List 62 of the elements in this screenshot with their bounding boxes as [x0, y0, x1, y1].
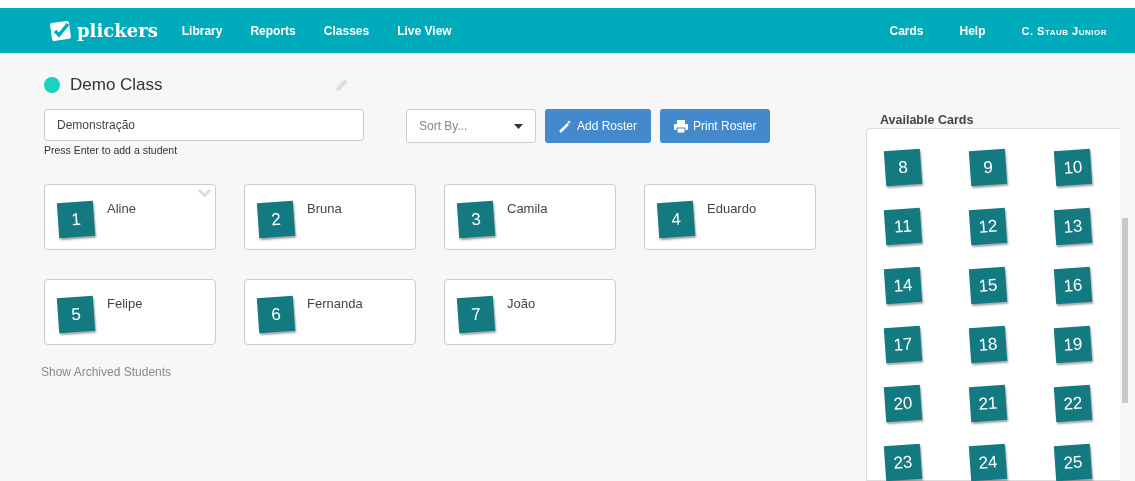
card-number-badge: 7: [456, 295, 496, 334]
student-card[interactable]: 4 Eduardo: [644, 184, 816, 250]
show-archived-link[interactable]: Show Archived Students: [41, 365, 866, 379]
nav-link[interactable]: Reports: [250, 23, 296, 38]
print-roster-button[interactable]: Print Roster: [660, 109, 771, 143]
edit-pencil-icon[interactable]: [334, 77, 350, 93]
nav-link[interactable]: Cards: [889, 23, 924, 38]
nav-link[interactable]: Library: [181, 23, 223, 38]
add-roster-button[interactable]: Add Roster: [545, 109, 652, 143]
student-name: Bruna: [307, 201, 342, 216]
card-number-badge[interactable]: 12: [968, 207, 1008, 246]
card-number-badge[interactable]: 22: [1053, 384, 1093, 423]
magic-wand-icon: [559, 119, 572, 133]
student-name: Eduardo: [707, 201, 757, 216]
card-number-badge[interactable]: 9: [968, 148, 1008, 187]
card-number-badge[interactable]: 24: [968, 443, 1008, 481]
chevron-down-icon[interactable]: [198, 189, 211, 197]
card-number-badge[interactable]: 13: [1053, 207, 1093, 246]
card-number-badge[interactable]: 19: [1053, 325, 1093, 364]
printer-icon: [674, 119, 689, 133]
student-card[interactable]: 3 Camila: [444, 184, 616, 250]
panel-title: Available Cards: [879, 113, 975, 128]
card-number-badge[interactable]: 23: [883, 443, 923, 481]
class-title: Demo Class: [70, 75, 164, 95]
student-name: Felipe: [107, 296, 143, 311]
card-number-badge[interactable]: 16: [1053, 266, 1093, 305]
caret-icon: [514, 123, 523, 129]
card-number-badge[interactable]: 25: [1053, 443, 1093, 481]
card-number-badge[interactable]: 20: [883, 384, 923, 423]
card-number-badge[interactable]: 18: [968, 325, 1008, 364]
brand-logo[interactable]: plickers: [48, 18, 158, 43]
card-number-badge[interactable]: 8: [883, 148, 923, 187]
add-student-field[interactable]: Demonstração: [44, 109, 364, 141]
card-number-badge: 2: [256, 200, 296, 239]
student-name: João: [507, 296, 536, 311]
user-menu-link[interactable]: C. Staub Junior: [1021, 24, 1107, 37]
card-number-badge[interactable]: 21: [968, 384, 1008, 423]
class-status-dot: [44, 77, 60, 93]
card-number-badge[interactable]: 11: [883, 207, 923, 246]
student-name: Fernanda: [307, 296, 363, 311]
student-name: Aline: [107, 201, 136, 216]
card-number-badge[interactable]: 15: [968, 266, 1008, 305]
field-hint: Press Enter to add a student: [44, 144, 179, 156]
student-card[interactable]: 5 Felipe: [44, 279, 216, 345]
card-number-badge: 4: [656, 200, 696, 239]
card-number-badge: 1: [56, 200, 96, 239]
card-number-badge[interactable]: 17: [883, 325, 923, 364]
student-card[interactable]: 1 Aline: [44, 184, 216, 250]
nav-link[interactable]: Help: [959, 23, 986, 38]
card-number-badge: 3: [456, 200, 496, 239]
student-card[interactable]: 2 Bruna: [244, 184, 416, 250]
scrollbar[interactable]: [1122, 218, 1128, 403]
card-number-badge: 5: [56, 295, 96, 334]
student-name: Camila: [507, 201, 548, 216]
nav-link[interactable]: Classes: [323, 23, 370, 38]
student-card[interactable]: 6 Fernanda: [244, 279, 416, 345]
card-number-badge[interactable]: 14: [883, 266, 923, 305]
sort-dropdown[interactable]: Sort By...: [406, 109, 536, 143]
card-number-badge: 6: [256, 295, 296, 334]
card-number-badge[interactable]: 10: [1053, 148, 1093, 187]
student-card[interactable]: 7 João: [444, 279, 616, 345]
nav-link[interactable]: Live View: [397, 23, 452, 38]
